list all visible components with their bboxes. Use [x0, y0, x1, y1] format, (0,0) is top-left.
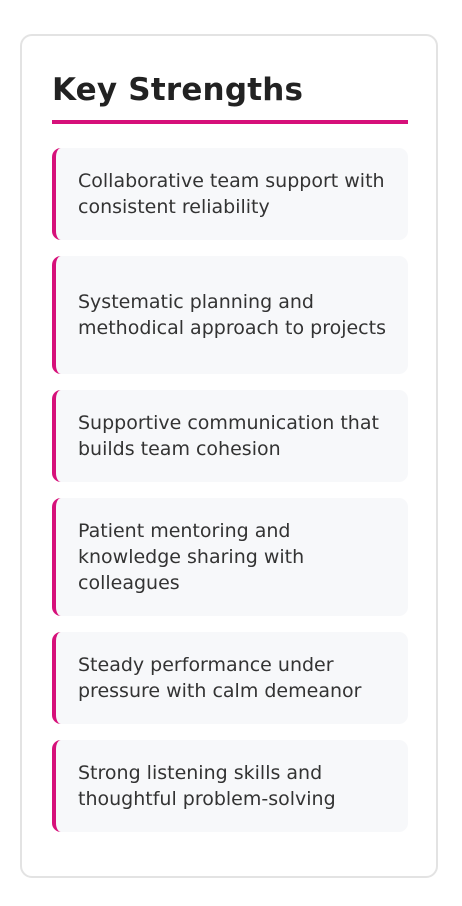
strength-item-text: Steady performance under pressure with c… — [78, 654, 362, 702]
section-title: Key Strengths — [52, 72, 304, 108]
title-underline — [52, 120, 408, 124]
strength-item-text: Systematic planning and methodical appro… — [78, 291, 386, 339]
strength-item-text: Collaborative team support with consiste… — [78, 170, 385, 218]
strength-item: Systematic planning and methodical appro… — [52, 256, 408, 374]
strength-item: Strong listening skills and thoughtful p… — [52, 740, 408, 832]
key-strengths-card: Key Strengths Collaborative team support… — [20, 34, 438, 878]
strength-item-text: Patient mentoring and knowledge sharing … — [78, 520, 305, 594]
strength-item: Collaborative team support with consiste… — [52, 148, 408, 240]
strength-item: Steady performance under pressure with c… — [52, 632, 408, 724]
strength-item: Supportive communication that builds tea… — [52, 390, 408, 482]
strength-item-text: Supportive communication that builds tea… — [78, 412, 379, 460]
strength-item-text: Strong listening skills and thoughtful p… — [78, 762, 336, 810]
strength-item: Patient mentoring and knowledge sharing … — [52, 498, 408, 616]
